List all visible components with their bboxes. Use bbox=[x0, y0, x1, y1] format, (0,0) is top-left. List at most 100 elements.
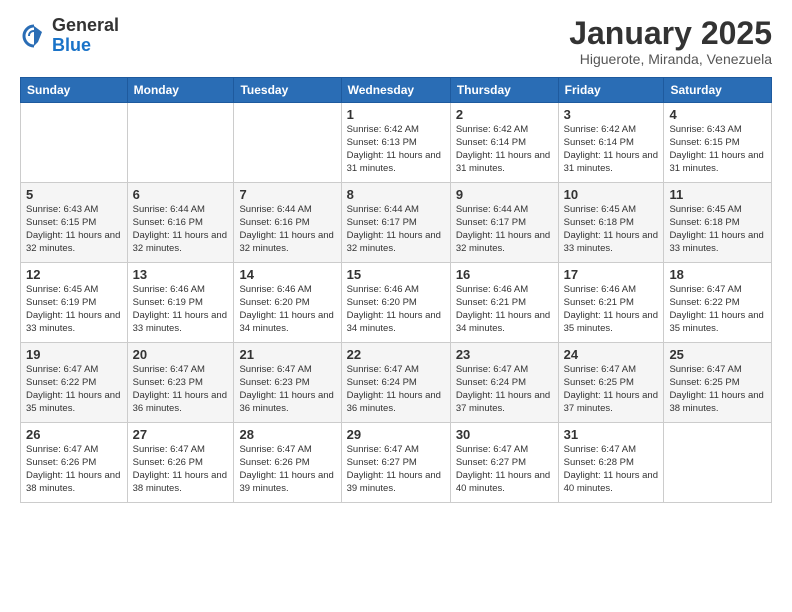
day-number: 8 bbox=[347, 187, 445, 202]
day-info: Sunrise: 6:46 AM Sunset: 6:21 PM Dayligh… bbox=[564, 284, 659, 335]
calendar-cell: 4 Sunrise: 6:43 AM Sunset: 6:15 PM Daylig… bbox=[664, 103, 772, 183]
day-number: 6 bbox=[133, 187, 229, 202]
calendar-cell: 11 Sunrise: 6:45 AM Sunset: 6:18 PM Dayli… bbox=[664, 183, 772, 263]
day-number: 3 bbox=[564, 107, 659, 122]
logo-icon bbox=[20, 22, 48, 50]
calendar-cell: 5 Sunrise: 6:43 AM Sunset: 6:15 PM Daylig… bbox=[21, 183, 128, 263]
calendar-cell: 6 Sunrise: 6:44 AM Sunset: 6:16 PM Daylig… bbox=[127, 183, 234, 263]
day-info: Sunrise: 6:46 AM Sunset: 6:20 PM Dayligh… bbox=[347, 284, 445, 335]
logo-area: General Blue bbox=[20, 16, 119, 56]
header: General Blue January 2025 Higuerote, Mir… bbox=[20, 16, 772, 67]
calendar-cell: 13 Sunrise: 6:46 AM Sunset: 6:19 PM Dayli… bbox=[127, 263, 234, 343]
day-number: 18 bbox=[669, 267, 766, 282]
day-number: 24 bbox=[564, 347, 659, 362]
day-info: Sunrise: 6:45 AM Sunset: 6:19 PM Dayligh… bbox=[26, 284, 122, 335]
title-area: January 2025 Higuerote, Miranda, Venezue… bbox=[569, 16, 772, 67]
calendar-cell: 30 Sunrise: 6:47 AM Sunset: 6:27 PM Dayli… bbox=[450, 423, 558, 503]
day-number: 30 bbox=[456, 427, 553, 442]
calendar-cell: 20Sunrise: 6:47 AM Sunset: 6:23 PM Dayli… bbox=[127, 343, 234, 423]
day-number: 13 bbox=[133, 267, 229, 282]
calendar-week-row: 1 Sunrise: 6:42 AM Sunset: 6:13 PM Daylig… bbox=[21, 103, 772, 183]
day-number: 10 bbox=[564, 187, 659, 202]
day-header-tuesday: Tuesday bbox=[234, 78, 341, 103]
day-number: 2 bbox=[456, 107, 553, 122]
calendar-cell bbox=[664, 423, 772, 503]
calendar-header-row: SundayMondayTuesdayWednesdayThursdayFrid… bbox=[21, 78, 772, 103]
day-info: Sunrise: 6:47 AM Sunset: 6:22 PM Dayligh… bbox=[669, 284, 766, 335]
logo-text: General Blue bbox=[52, 16, 119, 56]
day-info: Sunrise: 6:44 AM Sunset: 6:16 PM Dayligh… bbox=[239, 204, 335, 255]
day-info: Sunrise: 6:46 AM Sunset: 6:21 PM Dayligh… bbox=[456, 284, 553, 335]
day-info: Sunrise: 6:47 AM Sunset: 6:26 PM Dayligh… bbox=[239, 444, 335, 495]
day-number: 20 bbox=[133, 347, 229, 362]
day-number: 26 bbox=[26, 427, 122, 442]
day-info: Sunrise: 6:44 AM Sunset: 6:17 PM Dayligh… bbox=[347, 204, 445, 255]
day-number: 22 bbox=[347, 347, 445, 362]
day-info: Sunrise: 6:46 AM Sunset: 6:20 PM Dayligh… bbox=[239, 284, 335, 335]
calendar-cell: 28 Sunrise: 6:47 AM Sunset: 6:26 PM Dayli… bbox=[234, 423, 341, 503]
page: General Blue January 2025 Higuerote, Mir… bbox=[0, 0, 792, 612]
calendar-week-row: 5 Sunrise: 6:43 AM Sunset: 6:15 PM Daylig… bbox=[21, 183, 772, 263]
calendar-cell: 26 Sunrise: 6:47 AM Sunset: 6:26 PM Dayli… bbox=[21, 423, 128, 503]
calendar-cell: 15 Sunrise: 6:46 AM Sunset: 6:20 PM Dayli… bbox=[341, 263, 450, 343]
day-info: Sunrise: 6:47 AM Sunset: 6:23 PM Dayligh… bbox=[239, 364, 335, 415]
calendar-cell: 1 Sunrise: 6:42 AM Sunset: 6:13 PM Daylig… bbox=[341, 103, 450, 183]
calendar-cell: 27Sunrise: 6:47 AM Sunset: 6:26 PM Dayli… bbox=[127, 423, 234, 503]
day-number: 23 bbox=[456, 347, 553, 362]
day-number: 28 bbox=[239, 427, 335, 442]
calendar-cell: 22 Sunrise: 6:47 AM Sunset: 6:24 PM Dayli… bbox=[341, 343, 450, 423]
day-number: 7 bbox=[239, 187, 335, 202]
calendar-cell: 9Sunrise: 6:44 AM Sunset: 6:17 PM Daylig… bbox=[450, 183, 558, 263]
day-header-saturday: Saturday bbox=[664, 78, 772, 103]
subtitle: Higuerote, Miranda, Venezuela bbox=[569, 51, 772, 67]
day-info: Sunrise: 6:42 AM Sunset: 6:13 PM Dayligh… bbox=[347, 124, 445, 175]
day-header-sunday: Sunday bbox=[21, 78, 128, 103]
day-number: 4 bbox=[669, 107, 766, 122]
day-info: Sunrise: 6:47 AM Sunset: 6:22 PM Dayligh… bbox=[26, 364, 122, 415]
calendar-cell: 16 Sunrise: 6:46 AM Sunset: 6:21 PM Dayli… bbox=[450, 263, 558, 343]
logo-general: General bbox=[52, 16, 119, 36]
calendar-week-row: 19 Sunrise: 6:47 AM Sunset: 6:22 PM Dayli… bbox=[21, 343, 772, 423]
calendar-cell: 10Sunrise: 6:45 AM Sunset: 6:18 PM Dayli… bbox=[558, 183, 664, 263]
day-number: 14 bbox=[239, 267, 335, 282]
day-info: Sunrise: 6:42 AM Sunset: 6:14 PM Dayligh… bbox=[456, 124, 553, 175]
day-info: Sunrise: 6:47 AM Sunset: 6:24 PM Dayligh… bbox=[347, 364, 445, 415]
calendar-cell: 25Sunrise: 6:47 AM Sunset: 6:25 PM Dayli… bbox=[664, 343, 772, 423]
day-number: 16 bbox=[456, 267, 553, 282]
day-info: Sunrise: 6:47 AM Sunset: 6:25 PM Dayligh… bbox=[564, 364, 659, 415]
calendar-cell: 2 Sunrise: 6:42 AM Sunset: 6:14 PM Daylig… bbox=[450, 103, 558, 183]
day-number: 9 bbox=[456, 187, 553, 202]
calendar-cell: 17 Sunrise: 6:46 AM Sunset: 6:21 PM Dayli… bbox=[558, 263, 664, 343]
day-info: Sunrise: 6:43 AM Sunset: 6:15 PM Dayligh… bbox=[26, 204, 122, 255]
calendar-week-row: 12Sunrise: 6:45 AM Sunset: 6:19 PM Dayli… bbox=[21, 263, 772, 343]
calendar-cell: 18 Sunrise: 6:47 AM Sunset: 6:22 PM Dayli… bbox=[664, 263, 772, 343]
day-header-monday: Monday bbox=[127, 78, 234, 103]
day-header-wednesday: Wednesday bbox=[341, 78, 450, 103]
day-number: 5 bbox=[26, 187, 122, 202]
day-number: 1 bbox=[347, 107, 445, 122]
calendar-cell: 24 Sunrise: 6:47 AM Sunset: 6:25 PM Dayli… bbox=[558, 343, 664, 423]
calendar-cell: 31 Sunrise: 6:47 AM Sunset: 6:28 PM Dayli… bbox=[558, 423, 664, 503]
day-info: Sunrise: 6:45 AM Sunset: 6:18 PM Dayligh… bbox=[669, 204, 766, 255]
day-number: 27 bbox=[133, 427, 229, 442]
day-info: Sunrise: 6:47 AM Sunset: 6:24 PM Dayligh… bbox=[456, 364, 553, 415]
day-info: Sunrise: 6:47 AM Sunset: 6:28 PM Dayligh… bbox=[564, 444, 659, 495]
calendar-cell bbox=[21, 103, 128, 183]
calendar: SundayMondayTuesdayWednesdayThursdayFrid… bbox=[20, 77, 772, 503]
day-info: Sunrise: 6:47 AM Sunset: 6:26 PM Dayligh… bbox=[26, 444, 122, 495]
day-info: Sunrise: 6:46 AM Sunset: 6:19 PM Dayligh… bbox=[133, 284, 229, 335]
day-info: Sunrise: 6:44 AM Sunset: 6:16 PM Dayligh… bbox=[133, 204, 229, 255]
day-info: Sunrise: 6:42 AM Sunset: 6:14 PM Dayligh… bbox=[564, 124, 659, 175]
day-info: Sunrise: 6:47 AM Sunset: 6:27 PM Dayligh… bbox=[456, 444, 553, 495]
day-number: 31 bbox=[564, 427, 659, 442]
day-number: 19 bbox=[26, 347, 122, 362]
day-number: 15 bbox=[347, 267, 445, 282]
day-number: 25 bbox=[669, 347, 766, 362]
calendar-cell: 29Sunrise: 6:47 AM Sunset: 6:27 PM Dayli… bbox=[341, 423, 450, 503]
calendar-week-row: 26 Sunrise: 6:47 AM Sunset: 6:26 PM Dayli… bbox=[21, 423, 772, 503]
day-number: 11 bbox=[669, 187, 766, 202]
day-info: Sunrise: 6:43 AM Sunset: 6:15 PM Dayligh… bbox=[669, 124, 766, 175]
day-number: 17 bbox=[564, 267, 659, 282]
day-header-friday: Friday bbox=[558, 78, 664, 103]
calendar-cell: 19 Sunrise: 6:47 AM Sunset: 6:22 PM Dayli… bbox=[21, 343, 128, 423]
